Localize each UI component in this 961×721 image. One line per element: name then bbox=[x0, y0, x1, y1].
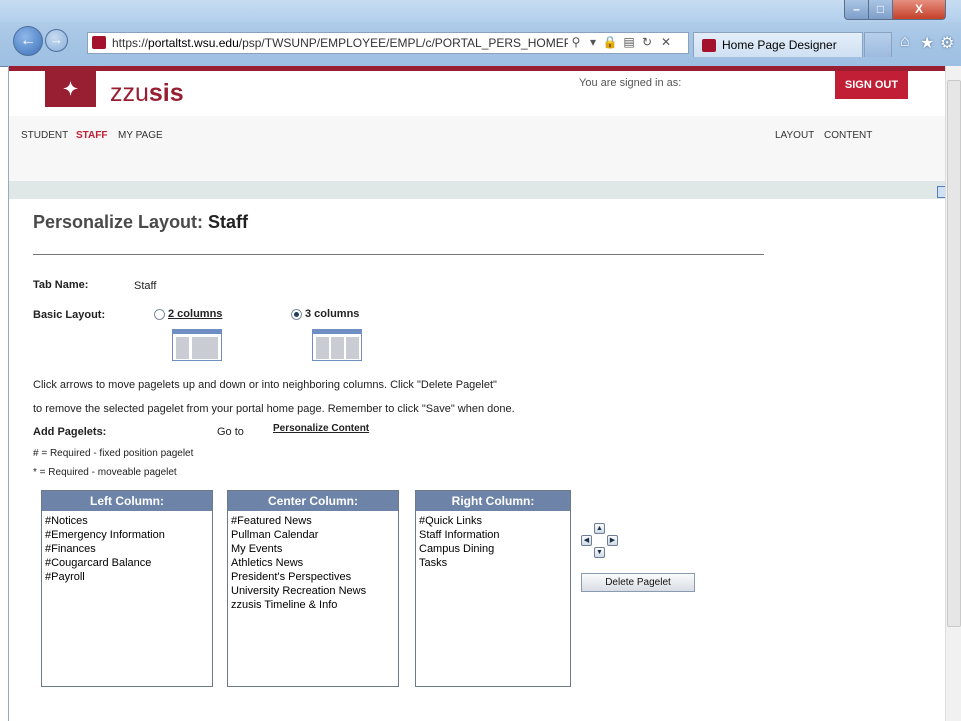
center-column-list[interactable]: Center Column: #Featured News Pullman Ca… bbox=[227, 490, 399, 687]
move-up-icon[interactable]: ▲ bbox=[594, 523, 605, 534]
nav-student[interactable]: STUDENT bbox=[21, 130, 68, 141]
site-favicon-icon bbox=[92, 36, 106, 49]
basic-layout-label: Basic Layout: bbox=[33, 309, 106, 321]
three-column-layout-icon[interactable] bbox=[312, 329, 362, 361]
list-item[interactable]: Tasks bbox=[419, 556, 500, 570]
label-3-columns[interactable]: 3 columns bbox=[305, 308, 359, 320]
list-item[interactable]: #Cougarcard Balance bbox=[45, 556, 165, 570]
right-column-items: #Quick Links Staff Information Campus Di… bbox=[419, 514, 500, 570]
list-item[interactable]: zzusis Timeline & Info bbox=[231, 598, 366, 612]
dropdown-icon[interactable]: ▾ bbox=[585, 35, 601, 50]
minimize-button[interactable]: – bbox=[844, 0, 869, 20]
wsu-logo[interactable]: ✦ bbox=[45, 71, 96, 107]
page-title: Personalize Layout: Staff bbox=[33, 212, 248, 233]
move-down-icon[interactable]: ▼ bbox=[594, 547, 605, 558]
left-column-list[interactable]: Left Column: #Notices #Emergency Informa… bbox=[41, 490, 213, 687]
favorites-star-icon[interactable]: ★ bbox=[920, 33, 934, 53]
lock-icon[interactable]: 🔒 bbox=[602, 35, 618, 50]
close-window-button[interactable]: X bbox=[892, 0, 946, 20]
maximize-button[interactable]: □ bbox=[868, 0, 893, 20]
gear-icon[interactable]: ⚙ bbox=[940, 33, 954, 53]
scrollbar-thumb[interactable] bbox=[947, 80, 961, 627]
move-right-icon[interactable]: ▶ bbox=[607, 535, 618, 546]
list-item[interactable]: University Recreation News bbox=[231, 584, 366, 598]
nav-bar bbox=[9, 116, 946, 184]
left-column-items: #Notices #Emergency Information #Finance… bbox=[45, 514, 165, 584]
nav-layout[interactable]: LAYOUT bbox=[775, 130, 814, 141]
logo-text-light: zzu bbox=[110, 79, 149, 107]
nav-staff[interactable]: STAFF bbox=[76, 130, 107, 141]
title-bar bbox=[0, 0, 961, 22]
new-tab-button[interactable] bbox=[864, 32, 892, 57]
list-item[interactable]: Pullman Calendar bbox=[231, 528, 366, 542]
url-host: portaltst.wsu.edu bbox=[148, 36, 239, 50]
list-item[interactable]: My Events bbox=[231, 542, 366, 556]
right-column-header: Right Column: bbox=[416, 491, 570, 511]
zzusis-logo[interactable]: zzusis bbox=[110, 79, 184, 108]
radio-3-columns[interactable] bbox=[291, 309, 302, 320]
page-title-prefix: Personalize Layout: bbox=[33, 212, 209, 232]
title-divider bbox=[33, 254, 764, 255]
url-prefix: https:// bbox=[112, 36, 149, 50]
home-icon[interactable]: ⌂ bbox=[900, 33, 910, 51]
sign-out-button[interactable]: SIGN OUT bbox=[835, 71, 908, 99]
tab-title: Home Page Designer bbox=[722, 38, 837, 52]
address-url[interactable]: https://portaltst.wsu.edu/psp/TWSUNP/EMP… bbox=[112, 36, 568, 50]
address-bar[interactable]: https://portaltst.wsu.edu/psp/TWSUNP/EMP… bbox=[87, 32, 689, 54]
delete-pagelet-button[interactable]: Delete Pagelet bbox=[581, 573, 695, 592]
page-viewport: ✦ zzusis You are signed in as: SIGN OUT … bbox=[8, 66, 946, 721]
instructions-line-1: Click arrows to move pagelets up and dow… bbox=[33, 379, 497, 391]
list-item[interactable]: #Featured News bbox=[231, 514, 366, 528]
list-item[interactable]: Athletics News bbox=[231, 556, 366, 570]
move-left-icon[interactable]: ◀ bbox=[581, 535, 592, 546]
browser-tab[interactable]: Home Page Designer bbox=[693, 32, 863, 57]
list-item[interactable]: Staff Information bbox=[419, 528, 500, 542]
tab-name-value: Staff bbox=[134, 280, 157, 292]
stop-icon[interactable]: ✕ bbox=[658, 35, 674, 50]
list-item[interactable]: #Quick Links bbox=[419, 514, 500, 528]
radio-2-columns[interactable] bbox=[154, 309, 165, 320]
list-item[interactable]: President's Perspectives bbox=[231, 570, 366, 584]
personalize-content-link[interactable]: Personalize Content bbox=[273, 423, 369, 434]
signed-in-text: You are signed in as: bbox=[579, 77, 682, 89]
left-column-header: Left Column: bbox=[42, 491, 212, 511]
list-item[interactable]: #Notices bbox=[45, 514, 165, 528]
legend-fixed: # = Required - fixed position pagelet bbox=[33, 448, 194, 459]
list-item[interactable]: #Payroll bbox=[45, 570, 165, 584]
two-column-layout-icon[interactable] bbox=[172, 329, 222, 361]
label-2-columns[interactable]: 2 columns bbox=[168, 308, 222, 320]
legend-moveable: * = Required - moveable pagelet bbox=[33, 467, 177, 478]
url-path: /psp/TWSUNP/EMPLOYEE/EMPL/c/PORTAL_PERS_… bbox=[238, 36, 568, 50]
list-item[interactable]: Campus Dining bbox=[419, 542, 500, 556]
nav-content[interactable]: CONTENT bbox=[824, 130, 872, 141]
page-strip bbox=[9, 181, 946, 199]
forward-arrow-icon[interactable]: → bbox=[45, 29, 68, 52]
tab-name-label: Tab Name: bbox=[33, 279, 89, 291]
list-item[interactable]: #Emergency Information bbox=[45, 528, 165, 542]
center-column-items: #Featured News Pullman Calendar My Event… bbox=[231, 514, 366, 612]
logo-text-bold: sis bbox=[148, 79, 184, 107]
search-icon[interactable]: ⚲ bbox=[568, 35, 584, 50]
header-accent-bar bbox=[9, 66, 946, 71]
back-arrow-icon[interactable]: ← bbox=[13, 26, 43, 56]
center-column-header: Center Column: bbox=[228, 491, 398, 511]
instructions-line-2: to remove the selected pagelet from your… bbox=[33, 403, 515, 415]
compatibility-icon[interactable]: ▤ bbox=[621, 35, 637, 50]
page-title-tab: Staff bbox=[208, 212, 249, 232]
list-item[interactable]: #Finances bbox=[45, 542, 165, 556]
go-to-label: Go to bbox=[217, 426, 244, 438]
nav-my-page[interactable]: MY PAGE bbox=[118, 130, 163, 141]
refresh-icon[interactable]: ↻ bbox=[639, 35, 655, 50]
tab-favicon-icon bbox=[702, 39, 716, 52]
right-column-list[interactable]: Right Column: #Quick Links Staff Informa… bbox=[415, 490, 571, 687]
add-pagelets-label: Add Pagelets: bbox=[33, 426, 107, 438]
